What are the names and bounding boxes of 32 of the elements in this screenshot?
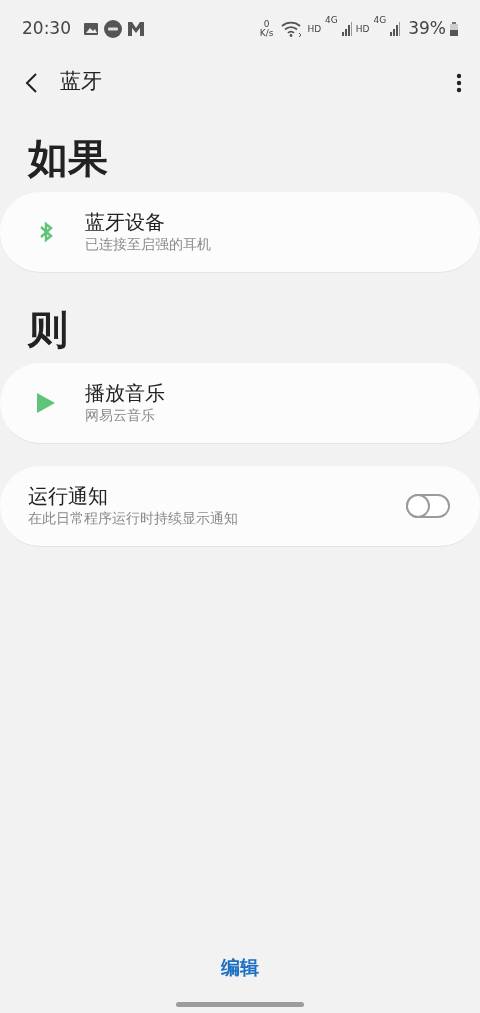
- card-subtitle: 在此日常程序运行时持续显示通知: [28, 509, 238, 529]
- section-heading: 如果: [26, 134, 109, 183]
- status-time: 20:30: [22, 17, 71, 41]
- card-title: 播放音乐: [85, 380, 165, 407]
- more-icon: [456, 72, 462, 93]
- edit-button[interactable]: 编辑: [215, 951, 265, 982]
- section-heading: 则: [26, 305, 69, 354]
- play-icon: [37, 393, 55, 413]
- back-icon: [24, 71, 38, 94]
- toggle-switch[interactable]: [406, 494, 450, 518]
- rule-card[interactable]: 蓝牙设备 已连接至启强的耳机: [0, 192, 480, 273]
- card-title: 蓝牙设备: [85, 209, 166, 236]
- network-label: HD: [355, 24, 370, 34]
- signal-icon: [341, 22, 352, 36]
- mail-icon: [127, 21, 145, 37]
- net-speed-value: 0: [263, 20, 270, 29]
- wifi-icon: [281, 21, 304, 37]
- network-label: HD: [307, 24, 322, 34]
- image-icon: [83, 22, 99, 36]
- card-subtitle: 网易云音乐: [85, 406, 156, 426]
- back-button[interactable]: [24, 70, 38, 94]
- battery-percent: 39%: [408, 17, 446, 41]
- card-subtitle: 已连接至启强的耳机: [85, 235, 211, 255]
- bluetooth-icon: [39, 221, 53, 243]
- signal-icon: [390, 22, 401, 36]
- network-type: 4G: [325, 16, 338, 25]
- card-title: 运行通知: [28, 483, 109, 510]
- network-type: 4G: [373, 16, 387, 25]
- rule-card[interactable]: 播放音乐 网易云音乐: [0, 363, 480, 444]
- net-speed-unit: K/s: [259, 29, 274, 38]
- battery-icon: [450, 22, 458, 36]
- page-title: 蓝牙: [60, 68, 102, 96]
